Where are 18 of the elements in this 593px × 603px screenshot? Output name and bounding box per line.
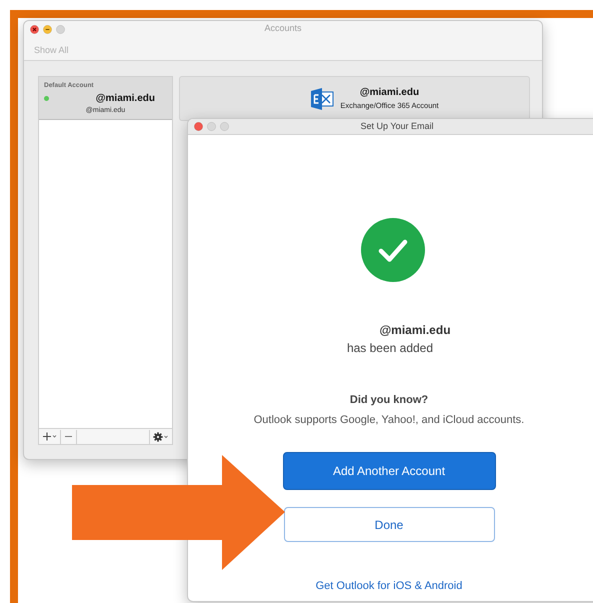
window-title: Accounts (263, 22, 303, 36)
mobile-app-link[interactable]: Get Outlook for iOS & Android (316, 578, 462, 594)
arrow-icon (72, 455, 286, 571)
status-message: has been added (346, 340, 434, 357)
plus-icon (42, 432, 57, 441)
exchange-logo-icon (310, 88, 334, 110)
success-check-icon (361, 218, 425, 282)
gear-icon (153, 432, 169, 442)
add-account-button[interactable]: Add Another Account (282, 452, 496, 490)
account-name: @miami.edu (96, 92, 156, 106)
done-button[interactable]: Done (284, 507, 494, 542)
minimize-button[interactable] (43, 24, 52, 34)
account-name: @miami.edu (358, 86, 420, 100)
tip-heading: Did you know? (350, 393, 428, 408)
tip-text: Outlook supports Google, Yahoo!, and iCloud accounts. (254, 412, 524, 428)
window-title: Set Up Your Email (359, 120, 435, 133)
close-button[interactable] (30, 24, 39, 34)
account-email: @miami.edu (378, 322, 451, 339)
